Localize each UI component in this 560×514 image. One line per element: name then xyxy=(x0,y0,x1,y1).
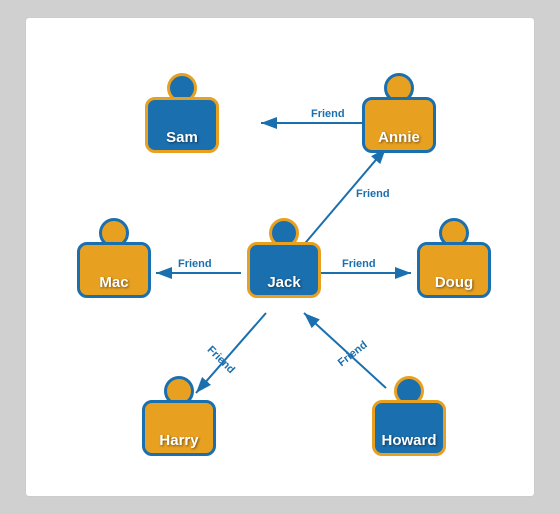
label-jack-mac: Friend xyxy=(178,258,212,270)
node-harry: Harry xyxy=(139,376,219,456)
node-jack: Jack xyxy=(244,218,324,298)
label-howard-jack: Friend xyxy=(336,339,370,369)
node-doug: Doug xyxy=(414,218,494,298)
graph-canvas: Friend Friend Friend Friend Friend Frien… xyxy=(25,17,535,497)
label-jack-doug: Friend xyxy=(342,258,376,270)
node-mac: Mac xyxy=(74,218,154,298)
label-jack-annie: Friend xyxy=(356,188,390,200)
label-jack-harry: Friend xyxy=(205,344,237,376)
label-annie-sam: Friend xyxy=(311,108,345,120)
node-sam: Sam xyxy=(142,73,222,153)
node-annie: Annie xyxy=(359,73,439,153)
node-howard: Howard xyxy=(369,376,449,456)
